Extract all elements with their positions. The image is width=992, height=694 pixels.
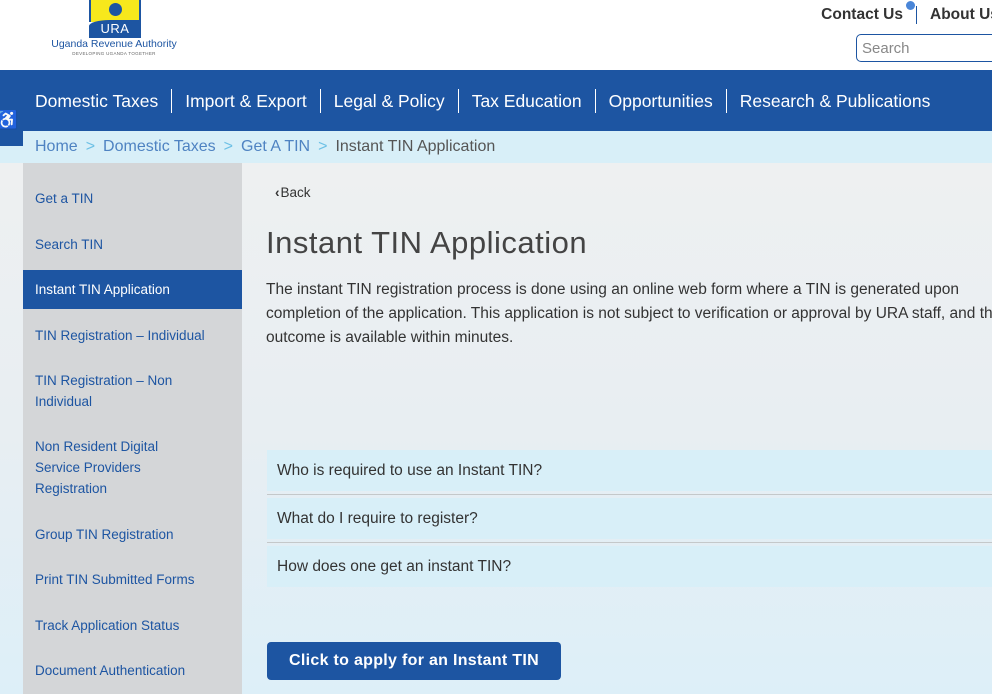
sidebar-item-non-resident-digital-service-providers[interactable]: Non Resident Digital Service Providers R… <box>23 436 203 499</box>
breadcrumb-home[interactable]: Home <box>35 138 78 156</box>
notification-dot-icon <box>906 1 915 10</box>
nav-item-opportunities[interactable]: Opportunities <box>594 88 726 113</box>
contact-us-label: Contact Us <box>821 6 903 23</box>
intro-paragraph: The instant TIN registration process is … <box>266 281 992 346</box>
faq-accordion: Who is required to use an Instant TIN? W… <box>267 450 992 594</box>
breadcrumb: Home > Domestic Taxes > Get A TIN > Inst… <box>0 131 992 163</box>
logo-tagline: DEVELOPING UGANDA TOGETHER <box>72 51 156 56</box>
top-links: Contact Us About Us <box>821 1 992 25</box>
sidebar-item-print-tin-submitted-forms[interactable]: Print TIN Submitted Forms <box>23 569 242 590</box>
search-box <box>856 34 992 62</box>
logo-abbr: URA <box>89 20 141 38</box>
sidebar-item-get-a-tin[interactable]: Get a TIN <box>23 188 242 209</box>
logo-name: Uganda Revenue Authority <box>51 38 177 50</box>
ura-logo[interactable]: URA Uganda Revenue Authority DEVELOPING … <box>44 0 184 60</box>
nav-item-research-publications[interactable]: Research & Publications <box>725 88 944 113</box>
back-label: Back <box>280 185 311 200</box>
sidebar-item-track-application-status[interactable]: Track Application Status <box>23 615 242 636</box>
top-links-divider <box>916 6 917 24</box>
main-nav: Domestic Taxes Import & Export Legal & P… <box>0 70 992 131</box>
search-input[interactable] <box>857 35 992 61</box>
site-header: URA Uganda Revenue Authority DEVELOPING … <box>0 0 992 70</box>
page-title: Instant TIN Application <box>266 225 588 260</box>
about-us-link[interactable]: About Us <box>930 6 992 24</box>
faq-item-what-do-i-require[interactable]: What do I require to register? <box>267 498 992 543</box>
wheelchair-icon: ♿ <box>0 110 19 130</box>
nav-item-import-export[interactable]: Import & Export <box>171 88 320 113</box>
sidebar-item-tin-registration-non-individual[interactable]: TIN Registration – Non Individual <box>23 370 213 412</box>
nav-item-tax-education[interactable]: Tax Education <box>457 88 595 113</box>
logo-sun-icon <box>109 3 122 16</box>
sidebar-item-search-tin[interactable]: Search TIN <box>23 234 242 255</box>
back-link[interactable]: ‹Back <box>275 185 311 200</box>
breadcrumb-current: Instant TIN Application <box>335 138 496 155</box>
sidebar-item-tin-registration-individual[interactable]: TIN Registration – Individual <box>23 325 242 346</box>
apply-instant-tin-button[interactable]: Click to apply for an Instant TIN <box>267 642 561 680</box>
faq-item-who-is-required[interactable]: Who is required to use an Instant TIN? <box>267 450 992 495</box>
sidebar-item-document-authentication[interactable]: Document Authentication <box>23 660 242 681</box>
logo-emblem: URA <box>89 0 141 38</box>
nav-item-domestic-taxes[interactable]: Domestic Taxes <box>35 89 171 113</box>
chevron-left-icon: ‹ <box>275 185 280 200</box>
page-body: Get a TIN Search TIN Instant TIN Applica… <box>0 163 992 694</box>
contact-us-link[interactable]: Contact Us <box>821 1 915 24</box>
breadcrumb-separator: > <box>223 138 234 155</box>
breadcrumb-get-a-tin[interactable]: Get A TIN <box>241 138 310 156</box>
faq-item-how-to-get[interactable]: How does one get an instant TIN? <box>267 546 992 587</box>
breadcrumb-separator: > <box>318 138 328 155</box>
sidebar-item-group-tin-registration[interactable]: Group TIN Registration <box>23 524 242 545</box>
sidebar: Get a TIN Search TIN Instant TIN Applica… <box>23 163 242 694</box>
breadcrumb-separator: > <box>85 138 96 155</box>
breadcrumb-domestic-taxes[interactable]: Domestic Taxes <box>103 138 216 156</box>
nav-item-legal-policy[interactable]: Legal & Policy <box>319 88 458 113</box>
sidebar-item-instant-tin-application[interactable]: Instant TIN Application <box>23 270 242 309</box>
accessibility-button[interactable]: ♿ <box>0 95 23 146</box>
